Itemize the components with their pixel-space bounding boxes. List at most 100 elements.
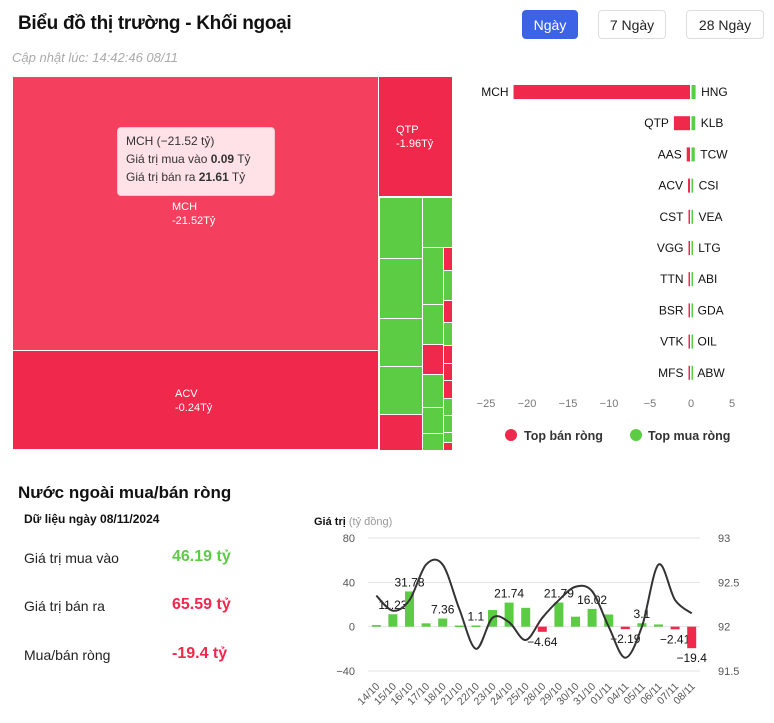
- buy-label: KLB: [701, 116, 724, 130]
- x-tick-label: −15: [559, 398, 578, 410]
- bar-data-label: 16.02: [577, 593, 607, 607]
- y-axis-unit: (tỷ đồng): [349, 516, 392, 528]
- y2-tick-label: 92.5: [718, 577, 739, 589]
- sell-label: VGG: [657, 241, 684, 255]
- sell-label: MFS: [658, 366, 683, 380]
- bar: [471, 625, 481, 627]
- sell-bar: [688, 241, 690, 255]
- x-tick-label: 0: [688, 398, 694, 410]
- treemap-cell[interactable]: [379, 414, 423, 451]
- buy-label: HNG: [701, 85, 728, 99]
- net-flow-chart: Giá trị (tỷ đồng)−400408091.59292.59314/…: [314, 516, 739, 708]
- bar: [521, 607, 531, 627]
- bar: [687, 626, 697, 649]
- treemap-label-acv: ACV -0.24Tỷ: [175, 388, 213, 414]
- x-tick-label: −25: [477, 398, 496, 410]
- buy-bar: [691, 147, 695, 162]
- sell-bar: [673, 116, 690, 131]
- treemap-cell[interactable]: [422, 374, 444, 408]
- summary-title: Nước ngoài mua/bán ròng: [18, 483, 232, 502]
- buy-bar: [691, 241, 693, 255]
- tab-day[interactable]: Ngày: [522, 10, 578, 39]
- treemap-cell[interactable]: [422, 247, 444, 305]
- bar-data-label: −2.41: [660, 632, 691, 646]
- buy-value: 46.19 tỷ: [172, 548, 231, 565]
- sell-label: TTN: [660, 272, 683, 286]
- sell-label: ACV: [658, 179, 683, 193]
- bar: [571, 616, 580, 627]
- bar: [438, 618, 448, 627]
- treemap-cell[interactable]: [422, 304, 444, 345]
- legend-sell-label: Top bán ròng: [524, 429, 603, 443]
- bar-data-label: 7.36: [431, 603, 455, 617]
- buy-label: ABW: [697, 366, 725, 380]
- buy-label: GDA: [698, 303, 724, 317]
- sell-label: VTK: [660, 335, 683, 349]
- buy-label: CSI: [699, 179, 719, 193]
- sell-bar: [686, 147, 690, 162]
- treemap-label-qtp: QTP -1.96Tỷ: [396, 124, 434, 150]
- x-tick-label: −20: [518, 398, 537, 410]
- bar-data-label: −19.4: [677, 651, 708, 665]
- treemap-tooltip: MCH (−21.52 tỷ) Giá trị mua vào 0.09 Tỷ …: [117, 127, 275, 196]
- sell-bar: [688, 365, 690, 380]
- treemap-cell[interactable]: [379, 197, 423, 259]
- tab-7-days[interactable]: 7 Ngày: [598, 10, 666, 39]
- buy-bar: [691, 209, 693, 224]
- bar: [587, 608, 597, 627]
- buy-bar: [691, 178, 694, 193]
- treemap-cell[interactable]: [379, 258, 423, 319]
- net-value: -19.4 tỷ: [172, 645, 228, 662]
- y-tick-label: 0: [349, 622, 355, 634]
- sell-label: CST: [660, 210, 685, 224]
- sell-label: MCH: [481, 85, 508, 99]
- buy-bar: [691, 334, 693, 349]
- sell-bar: [513, 85, 690, 99]
- treemap-cell[interactable]: [379, 366, 423, 415]
- y-tick-label: −40: [336, 666, 355, 678]
- sell-label: QTP: [644, 116, 669, 130]
- sell-bar: [688, 303, 690, 318]
- updated-time: Cập nhật lúc: 14:42:46 08/11: [12, 50, 178, 65]
- bar: [670, 626, 680, 630]
- bar-data-label: 21.74: [494, 587, 524, 601]
- buy-label: OIL: [697, 335, 717, 349]
- y-axis-title: Giá trị (tỷ đồng): [314, 516, 392, 528]
- y-tick-label: 80: [343, 533, 355, 545]
- buy-bar: [691, 303, 693, 318]
- treemap-cell[interactable]: [379, 318, 423, 367]
- sell-value: 65.59 tỷ: [172, 596, 231, 613]
- treemap-cell[interactable]: [422, 344, 444, 375]
- bar: [620, 626, 630, 630]
- x-tick-label: −5: [644, 398, 657, 410]
- bar-data-label: −4.64: [527, 635, 558, 649]
- y2-tick-label: 93: [718, 533, 730, 545]
- legend-buy-label: Top mua ròng: [648, 429, 730, 443]
- legend-sell-marker: [505, 429, 517, 441]
- bar: [454, 625, 464, 628]
- bar: [388, 614, 398, 627]
- sell-label: BSR: [659, 303, 684, 317]
- bar-data-label: 3.1: [634, 607, 651, 621]
- treemap-cell[interactable]: [422, 197, 453, 248]
- x-tick-label: 5: [729, 398, 735, 410]
- x-tick-label: −10: [600, 398, 619, 410]
- treemap-cell[interactable]: [422, 407, 444, 434]
- bar: [554, 602, 564, 627]
- treemap-cell[interactable]: [422, 433, 444, 451]
- sell-value-label: Giá trị bán ra: [24, 598, 105, 614]
- y-tick-label: 40: [343, 577, 355, 589]
- treemap-label-mch: MCH -21.52Tỷ: [172, 201, 216, 227]
- bar-data-label: 1.1: [468, 609, 485, 623]
- buy-label: ABI: [698, 272, 717, 286]
- bar: [654, 624, 663, 627]
- buy-bar: [691, 85, 696, 99]
- buy-value-label: Giá trị mua vào: [24, 550, 119, 566]
- y2-tick-label: 92: [718, 622, 730, 634]
- net-value-label: Mua/bán ròng: [24, 647, 111, 663]
- bar: [421, 623, 431, 627]
- tab-28-days[interactable]: 28 Ngày: [686, 10, 764, 39]
- buy-label: VEA: [698, 210, 722, 224]
- top-net-bar-chart: MCH HNG QTP KLB AAS TCW ACV CSI CST VEA VGG LTG TTN A…: [477, 85, 735, 443]
- sell-bar: [688, 334, 690, 349]
